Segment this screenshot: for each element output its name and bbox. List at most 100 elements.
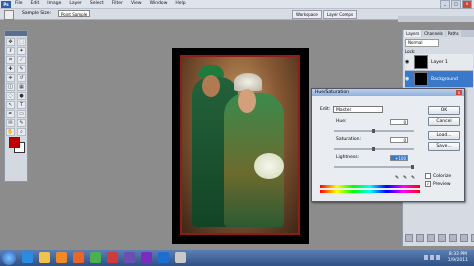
saturation-value-field[interactable]: 0 bbox=[390, 137, 408, 143]
lightness-slider[interactable] bbox=[334, 166, 414, 168]
minimize-button[interactable]: _ bbox=[440, 0, 450, 9]
groom-face bbox=[202, 75, 220, 97]
eyedropper-minus-icon[interactable]: ✎ bbox=[411, 175, 415, 181]
new-layer-icon[interactable] bbox=[460, 234, 468, 242]
folder-icon[interactable] bbox=[39, 252, 50, 263]
layer-thumbnail bbox=[414, 72, 428, 86]
dialog-titlebar[interactable]: Hue/Saturation x bbox=[312, 89, 464, 96]
lightness-label: Lightness: bbox=[336, 155, 360, 160]
tab-layers[interactable]: Layers bbox=[404, 30, 422, 37]
type-icon[interactable]: T bbox=[17, 101, 26, 109]
tray-flag-icon[interactable] bbox=[424, 255, 428, 260]
stamp-icon[interactable]: ⎈ bbox=[6, 74, 15, 82]
crop-icon[interactable]: ⌗ bbox=[6, 56, 15, 64]
colorize-checkbox[interactable]: Colorize bbox=[425, 173, 451, 179]
clock[interactable]: 8:33 PM 1/9/2011 bbox=[448, 252, 468, 263]
brush-icon[interactable]: ✎ bbox=[17, 65, 26, 73]
tray-network-icon[interactable] bbox=[430, 255, 434, 260]
tab-channels[interactable]: Channels bbox=[422, 30, 445, 37]
layer-comps-button[interactable]: Layer Comps bbox=[322, 10, 358, 19]
menu-filter[interactable]: Filter bbox=[108, 0, 127, 8]
colorize-checkbox-box[interactable] bbox=[425, 173, 431, 179]
eyedropper-tool-icon[interactable] bbox=[4, 10, 14, 20]
layer-row[interactable]: ◉ Layer 1 bbox=[405, 54, 473, 71]
menu-view[interactable]: View bbox=[127, 0, 146, 8]
preview-label: Preview bbox=[433, 181, 451, 187]
media-player-icon[interactable] bbox=[56, 252, 67, 263]
menu-image[interactable]: Image bbox=[43, 0, 65, 8]
layer-style-icon[interactable] bbox=[416, 234, 424, 242]
hand-icon[interactable]: ✋ bbox=[6, 128, 15, 136]
close-button[interactable]: x bbox=[462, 0, 472, 9]
tray-volume-icon[interactable] bbox=[436, 255, 440, 260]
layer-mask-icon[interactable] bbox=[427, 234, 435, 242]
menu-layer[interactable]: Layer bbox=[65, 0, 86, 8]
path-select-icon[interactable]: ↖ bbox=[6, 101, 15, 109]
menu-file[interactable]: File bbox=[11, 0, 27, 8]
history-brush-icon[interactable]: ↺ bbox=[17, 74, 26, 82]
dialog-close-button[interactable]: x bbox=[456, 90, 462, 95]
layer-thumbnail bbox=[414, 55, 428, 69]
app-icon[interactable] bbox=[175, 252, 186, 263]
menu-bar: Ps File Edit Image Layer Select Filter V… bbox=[0, 0, 474, 9]
layer-row-selected[interactable]: ◉ Background bbox=[405, 71, 473, 88]
link-layers-icon[interactable] bbox=[405, 234, 413, 242]
cancel-button[interactable]: Cancel bbox=[428, 117, 460, 126]
eyedropper-icon[interactable]: ✎ bbox=[17, 119, 26, 127]
pen-icon[interactable]: ✒ bbox=[6, 110, 15, 118]
maximize-button[interactable]: □ bbox=[451, 0, 461, 9]
menu-window[interactable]: Window bbox=[146, 0, 172, 8]
eyedropper-plus-icon[interactable]: ✎ bbox=[403, 175, 407, 181]
hue-value-field[interactable]: 0 bbox=[390, 119, 408, 125]
zoom-icon[interactable]: ⌕ bbox=[17, 128, 26, 136]
magic-wand-icon[interactable]: ✦ bbox=[17, 47, 26, 55]
adjustment-layer-icon[interactable] bbox=[438, 234, 446, 242]
layers-panel-actions bbox=[405, 234, 474, 242]
toolbox: ✥ ⬚ ℓ ✦ ⌗ ⟋ ✚ ✎ ⎈ ↺ ◫ ▦ ◌ ● ↖ T ✒ ▭ ✉ ✎ ✋ ⌕ bbox=[4, 30, 28, 182]
sample-size-select[interactable]: Point Sample bbox=[58, 10, 90, 17]
dodge-icon[interactable]: ● bbox=[17, 92, 26, 100]
bridge-icon[interactable] bbox=[124, 252, 135, 263]
eraser-icon[interactable]: ◫ bbox=[6, 83, 15, 91]
slice-icon[interactable]: ⟋ bbox=[17, 56, 26, 64]
start-button-icon[interactable] bbox=[2, 251, 16, 265]
lasso-icon[interactable]: ℓ bbox=[6, 47, 15, 55]
workspace-button[interactable]: Workspace bbox=[292, 10, 322, 19]
healing-icon[interactable]: ✚ bbox=[6, 65, 15, 73]
hue-spectrum-bar-top bbox=[320, 185, 420, 188]
tab-paths[interactable]: Paths bbox=[445, 30, 461, 37]
preview-checkbox-box[interactable]: ✓ bbox=[425, 181, 431, 187]
blur-icon[interactable]: ◌ bbox=[6, 92, 15, 100]
system-tray bbox=[424, 255, 440, 260]
menu-select[interactable]: Select bbox=[86, 0, 108, 8]
lightness-slider-thumb[interactable] bbox=[411, 165, 414, 169]
chrome-icon[interactable] bbox=[90, 252, 101, 263]
ie-icon[interactable] bbox=[22, 252, 33, 263]
load-button[interactable]: Load... bbox=[428, 131, 460, 140]
saturation-slider-thumb[interactable] bbox=[372, 147, 375, 151]
visibility-eye-icon[interactable]: ◉ bbox=[405, 59, 411, 65]
blend-mode-select[interactable]: Normal bbox=[405, 39, 439, 47]
visibility-eye-icon[interactable]: ◉ bbox=[405, 76, 411, 82]
firefox-icon[interactable] bbox=[73, 252, 84, 263]
notes-icon[interactable]: ✉ bbox=[6, 119, 15, 127]
menu-edit[interactable]: Edit bbox=[27, 0, 44, 8]
photoshop-icon[interactable] bbox=[158, 252, 169, 263]
opera-icon[interactable] bbox=[107, 252, 118, 263]
windows-taskbar: 8:33 PM 1/9/2011 bbox=[0, 250, 474, 266]
foreground-color-swatch[interactable] bbox=[9, 137, 20, 148]
eyedropper-icon[interactable]: ✎ bbox=[395, 175, 399, 181]
gradient-icon[interactable]: ▦ bbox=[17, 83, 26, 91]
hue-slider-thumb[interactable] bbox=[372, 129, 375, 133]
preview-checkbox[interactable]: ✓ Preview bbox=[425, 181, 451, 187]
yahoo-icon[interactable] bbox=[141, 252, 152, 263]
shape-icon[interactable]: ▭ bbox=[17, 110, 26, 118]
move-icon[interactable]: ✥ bbox=[6, 38, 15, 46]
menu-help[interactable]: Help bbox=[171, 0, 189, 8]
save-button[interactable]: Save... bbox=[428, 142, 460, 151]
new-group-icon[interactable] bbox=[449, 234, 457, 242]
marquee-icon[interactable]: ⬚ bbox=[17, 38, 26, 46]
lightness-value-field[interactable]: +100 bbox=[390, 155, 408, 161]
ok-button[interactable]: OK bbox=[428, 106, 460, 115]
edit-select[interactable]: Master bbox=[333, 106, 383, 113]
